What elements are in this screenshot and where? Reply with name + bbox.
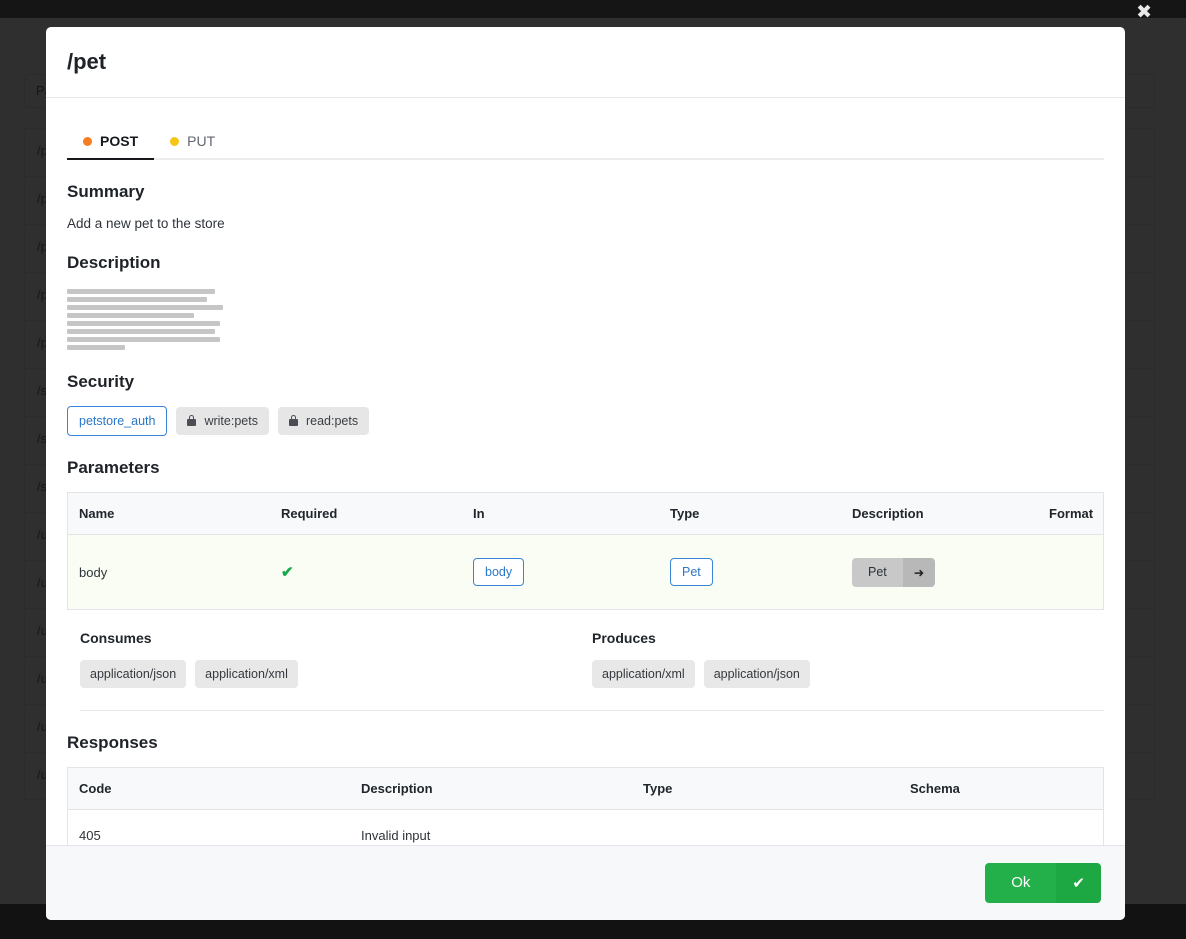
parameters-heading: Parameters [67, 458, 160, 477]
param-in-badge[interactable]: body [473, 558, 525, 586]
tab-put[interactable]: PUT [154, 133, 231, 158]
security-scope-write: write:pets [176, 407, 269, 435]
tab-put-label: PUT [187, 133, 216, 149]
consumes-chip: application/json [80, 660, 187, 688]
parameters-table: Name Required In Type Description Format… [67, 492, 1104, 610]
table-row: 405 Invalid input [68, 810, 1104, 846]
produces-chip: application/xml [592, 660, 695, 688]
param-required-check-icon: ✔ [281, 564, 294, 581]
tab-post-label: POST [100, 133, 139, 149]
description-heading: Description [67, 253, 161, 272]
col-description: Description [841, 492, 1038, 535]
produces-chip: application/json [703, 660, 810, 688]
close-icon[interactable]: ✖ [1136, 3, 1152, 22]
col-format: Format [1038, 492, 1104, 535]
modal-header: /pet [46, 27, 1125, 98]
arrow-right-icon: ➜ [902, 557, 936, 587]
ok-button[interactable]: Ok ✔ [985, 863, 1101, 903]
col-required: Required [270, 492, 462, 535]
modal-footer: Ok ✔ [46, 845, 1125, 920]
method-tabs: POST PUT [67, 118, 1104, 160]
lock-icon [187, 415, 197, 426]
col-in: In [462, 492, 659, 535]
consumes-title: Consumes [80, 630, 152, 646]
col-resp-type: Type [632, 767, 899, 810]
security-heading: Security [67, 372, 135, 391]
param-description-button[interactable]: Pet ➜ [852, 557, 936, 587]
param-format [1038, 534, 1104, 610]
description-skeleton [67, 289, 1104, 350]
security-scope-read-label: read:pets [305, 414, 359, 428]
produces-chips: application/xml application/json [592, 660, 1104, 688]
summary-heading: Summary [67, 182, 145, 201]
modal-body: POST PUT Summary Add a new pet to the st… [46, 98, 1125, 845]
parameters-header-row: Name Required In Type Description Format [67, 492, 1104, 535]
summary-text: Add a new pet to the store [67, 216, 225, 231]
security-scope-read: read:pets [277, 407, 370, 435]
param-name: body [67, 534, 270, 610]
lock-icon [288, 415, 298, 426]
col-resp-schema: Schema [899, 767, 1104, 810]
produces-column: Produces application/xml application/jso… [592, 630, 1104, 688]
post-method-dot-icon [83, 136, 92, 146]
param-type-badge[interactable]: Pet [670, 558, 713, 586]
security-badges: petstore_auth write:pets read:pets [67, 406, 1104, 436]
col-code: Code [67, 767, 350, 810]
col-name: Name [67, 492, 270, 535]
put-method-dot-icon [170, 136, 180, 146]
tab-post[interactable]: POST [67, 133, 155, 160]
param-description-label: Pet [852, 557, 903, 587]
responses-header-row: Code Description Type Schema [67, 767, 1104, 810]
response-schema [899, 810, 1104, 846]
consumes-column: Consumes application/json application/xm… [80, 630, 592, 688]
response-description: Invalid input [361, 828, 431, 843]
col-resp-description: Description [350, 767, 632, 810]
consumes-chip: application/xml [195, 660, 298, 688]
col-type: Type [659, 492, 841, 535]
security-auth-badge[interactable]: petstore_auth [67, 406, 168, 436]
ok-button-label: Ok [985, 863, 1057, 903]
page-title: /pet [67, 49, 107, 74]
response-type [632, 810, 899, 846]
responses-heading: Responses [67, 733, 158, 752]
responses-table: Code Description Type Schema 405 Invalid… [67, 767, 1104, 845]
produces-title: Produces [592, 630, 656, 646]
response-code: 405 [79, 828, 101, 843]
security-scope-write-label: write:pets [204, 414, 258, 428]
consumes-produces-section: Consumes application/json application/xm… [80, 630, 1104, 711]
check-icon: ✔ [1056, 863, 1101, 903]
endpoint-detail-modal: /pet POST PUT Summary Add a new pet to t… [46, 27, 1125, 920]
consumes-chips: application/json application/xml [80, 660, 592, 688]
table-row: body ✔ body Pet Pet ➜ [67, 534, 1104, 610]
